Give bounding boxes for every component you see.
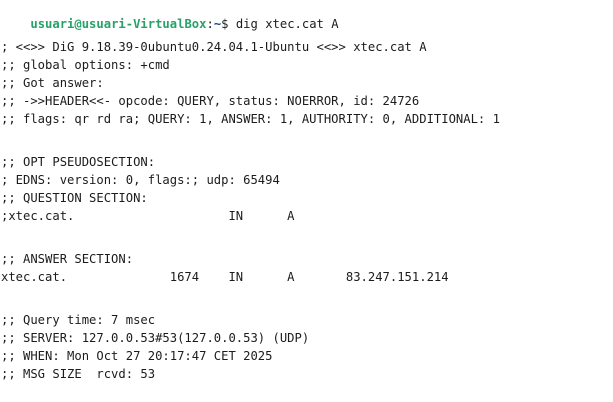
output-line: ;; flags: qr rd ra; QUERY: 1, ANSWER: 1,… — [1, 112, 500, 126]
output-line: xtec.cat. 1674 IN A 83.247.151.214 — [1, 270, 449, 284]
output-line: ;; Got answer: — [1, 76, 104, 90]
output-line: ;; global options: +cmd — [1, 58, 170, 72]
prompt-user-host: usuari@usuari-VirtualBox — [30, 17, 207, 31]
output-line: ;; SERVER: 127.0.0.53#53(127.0.0.53) (UD… — [1, 331, 310, 345]
terminal-window[interactable]: usuari@usuari-VirtualBox:~$ dig xtec.cat… — [0, 0, 613, 402]
output-line: ;; MSG SIZE rcvd: 53 — [1, 367, 156, 381]
output-line: ; EDNS: version: 0, flags:; udp: 65494 — [1, 173, 280, 187]
output-line: ; <<>> DiG 9.18.39-0ubuntu0.24.04.1-Ubun… — [1, 40, 427, 54]
output-line: ;; WHEN: Mon Oct 27 20:17:47 CET 2025 — [1, 349, 273, 363]
output-line: ;; ANSWER SECTION: — [1, 252, 134, 266]
prompt-symbol: $ — [221, 17, 236, 31]
command-text: dig xtec.cat A — [235, 17, 339, 31]
output-line: ;xtec.cat. IN A — [1, 209, 295, 223]
output-line: ;; Query time: 7 msec — [1, 313, 156, 327]
prompt-separator: : — [206, 17, 214, 31]
output-line: ;; ->>HEADER<<- opcode: QUERY, status: N… — [1, 94, 420, 108]
output-line: ;; QUESTION SECTION: — [1, 191, 148, 205]
output-line: ;; OPT PSEUDOSECTION: — [1, 155, 156, 169]
prompt-line: usuari@usuari-VirtualBox:~$ dig xtec.cat… — [1, 2, 338, 31]
